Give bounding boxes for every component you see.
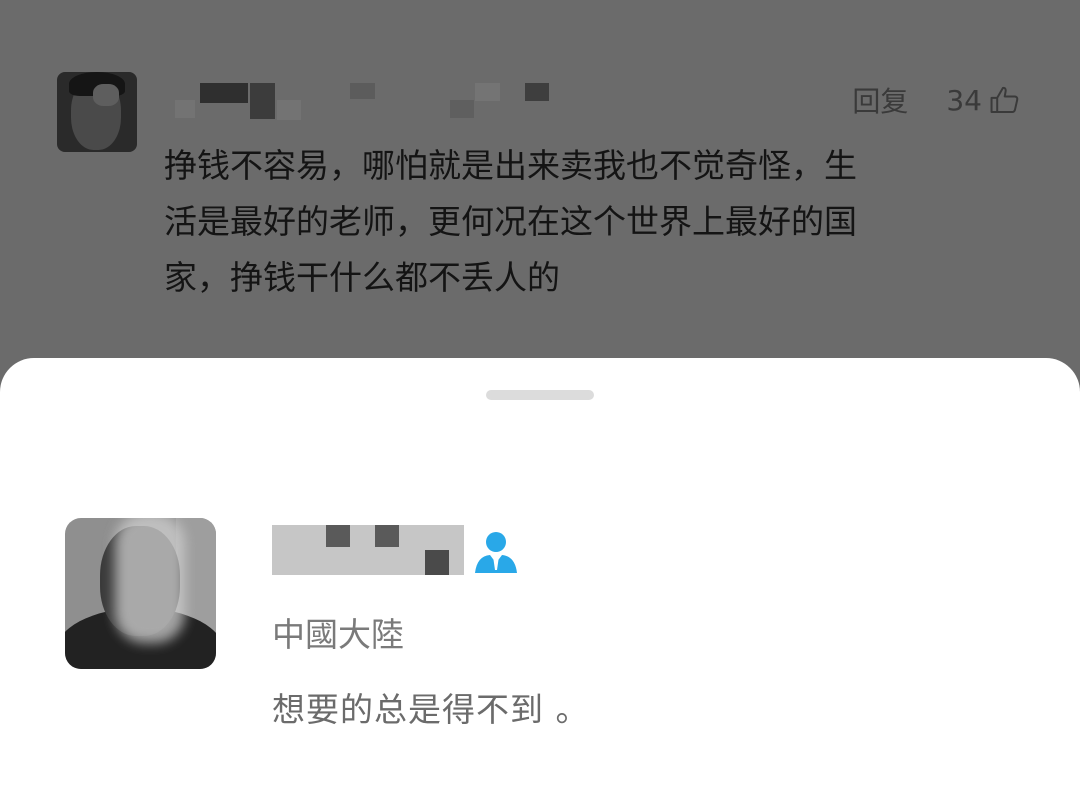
sheet-drag-handle[interactable] (486, 390, 594, 400)
comment-line: 家，挣钱干什么都不丢人的 (164, 258, 560, 297)
comment-line: 挣钱不容易，哪怕就是出来卖我也不觉奇怪，生 (164, 146, 857, 185)
profile-region: 中國大陸 (272, 615, 404, 654)
commenter-name-redacted[interactable] (175, 78, 555, 120)
comment-item: 回复 34 挣钱不容易，哪怕就是出来卖我也不觉奇怪，生 活是最好的老师，更何况在… (0, 0, 1080, 360)
reply-button[interactable]: 回复 (852, 80, 908, 120)
like-count: 34 (946, 83, 982, 117)
profile-name-redacted (272, 525, 464, 575)
profile-bottom-sheet: 中國大陸 想要的总是得不到 。 (0, 358, 1080, 795)
commenter-avatar[interactable] (57, 72, 137, 152)
profile-avatar[interactable] (65, 518, 216, 669)
comment-line: 活是最好的老师，更何况在这个世界上最好的国 (164, 202, 857, 241)
comment-text: 挣钱不容易，哪怕就是出来卖我也不觉奇怪，生 活是最好的老师，更何况在这个世界上最… (164, 138, 1024, 306)
like-button[interactable]: 34 (946, 83, 1022, 117)
thumb-up-icon (990, 86, 1019, 114)
user-icon (475, 532, 517, 573)
profile-bio: 想要的总是得不到 。 (272, 690, 590, 729)
